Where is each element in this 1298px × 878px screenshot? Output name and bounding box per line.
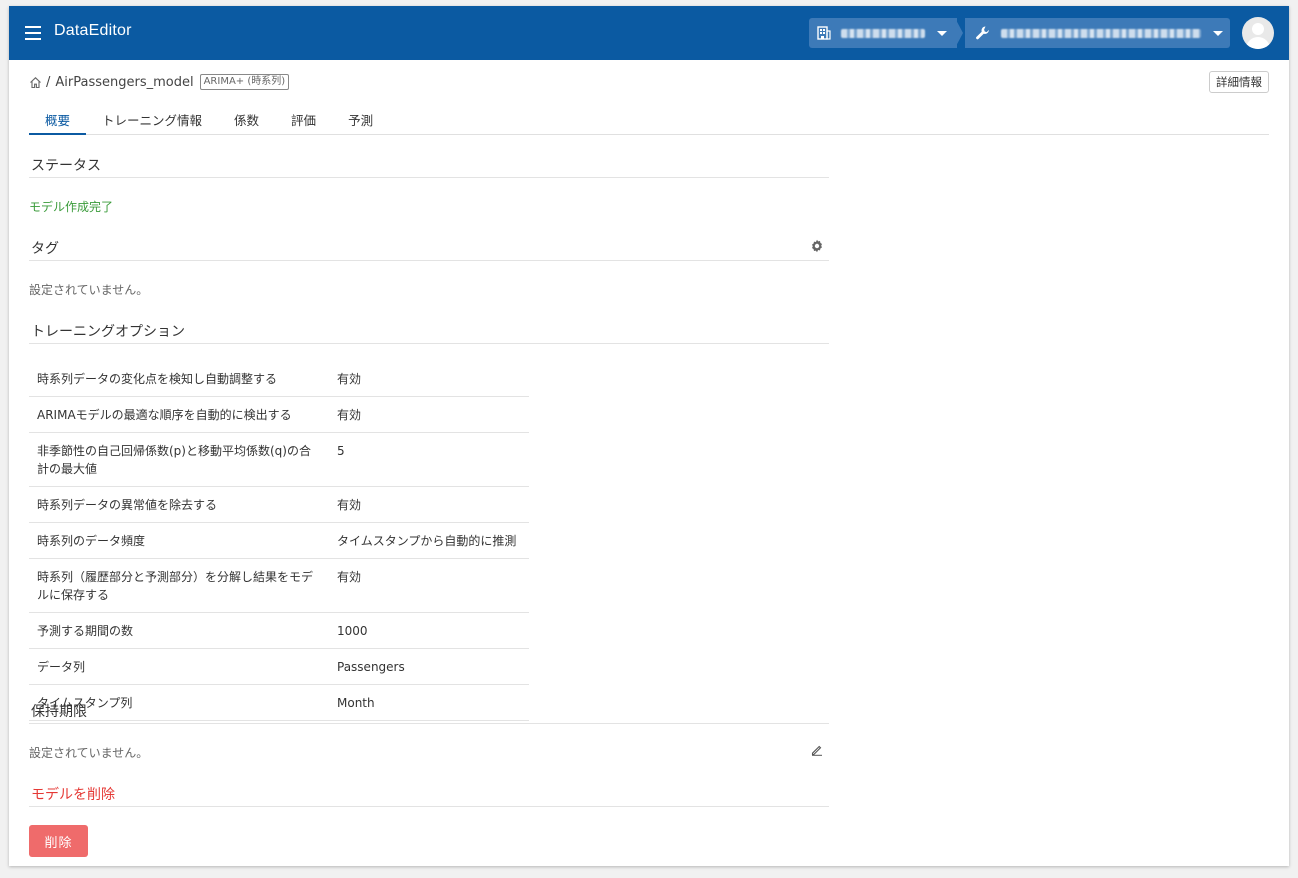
tab-forecast[interactable]: 予測 xyxy=(332,110,389,135)
option-key: 時系列データの異常値を除去する xyxy=(29,486,329,523)
app-title: DataEditor xyxy=(54,22,132,39)
gear-icon[interactable] xyxy=(810,239,824,253)
retention-heading: 保持期限 xyxy=(31,704,87,720)
chevron-down-icon xyxy=(1213,31,1223,36)
table-row: ARIMAモデルの最適な順序を自動的に検出する 有効 xyxy=(29,396,529,433)
delete-model-heading: モデルを削除 xyxy=(31,787,115,803)
divider xyxy=(29,343,829,344)
tab-evaluation[interactable]: 評価 xyxy=(275,110,332,135)
delete-button[interactable]: 削除 xyxy=(29,825,88,857)
status-heading: ステータス xyxy=(31,158,101,174)
tags-heading: タグ xyxy=(31,241,59,257)
option-value: 有効 xyxy=(329,396,529,433)
organization-selector[interactable] xyxy=(809,18,957,48)
option-value: Passengers xyxy=(329,648,529,685)
option-value: 有効 xyxy=(329,361,529,397)
option-value: 有効 xyxy=(329,558,529,613)
training-options-heading: トレーニングオプション xyxy=(31,324,185,340)
divider xyxy=(29,806,829,807)
chevron-down-icon xyxy=(937,31,947,36)
tab-training-info[interactable]: トレーニング情報 xyxy=(86,110,218,135)
divider xyxy=(29,260,829,261)
tab-bar: 概要 トレーニング情報 係数 評価 予測 xyxy=(29,110,1269,135)
option-key: 予測する期間の数 xyxy=(29,612,329,649)
tab-coefficients[interactable]: 係数 xyxy=(218,110,275,135)
option-value: タイムスタンプから自動的に推測 xyxy=(329,522,529,559)
status-value: モデル作成完了 xyxy=(29,200,114,214)
option-value: 有効 xyxy=(329,486,529,523)
option-key: 時系列データの変化点を検知し自動調整する xyxy=(29,361,329,397)
app-bar: DataEditor xyxy=(9,6,1289,60)
breadcrumb-arrow xyxy=(955,18,963,48)
user-avatar[interactable] xyxy=(1242,17,1274,49)
wrench-icon xyxy=(976,26,989,40)
project-selector[interactable] xyxy=(965,18,1230,48)
table-row: 時系列データの変化点を検知し自動調整する 有効 xyxy=(29,361,529,397)
option-key: 時系列（履歴部分と予測部分）を分解し結果をモデルに保存する xyxy=(29,558,329,613)
table-row: 時系列データの異常値を除去する 有効 xyxy=(29,486,529,523)
table-row: 時系列のデータ頻度 タイムスタンプから自動的に推測 xyxy=(29,522,529,559)
table-row: タイムスタンプ列 Month xyxy=(29,684,529,721)
retention-empty-text: 設定されていません。 xyxy=(29,746,149,760)
option-key: ARIMAモデルの最適な順序を自動的に検出する xyxy=(29,396,329,433)
building-icon xyxy=(817,26,831,40)
option-key: 時系列のデータ頻度 xyxy=(29,522,329,559)
model-name: AirPassengers_model xyxy=(55,74,194,90)
project-name-redacted xyxy=(1001,28,1201,38)
table-row: 非季節性の自己回帰係数(p)と移動平均係数(q)の合計の最大値 5 xyxy=(29,432,529,487)
table-row: 時系列（履歴部分と予測部分）を分解し結果をモデルに保存する 有効 xyxy=(29,558,529,613)
home-icon[interactable] xyxy=(29,76,42,89)
breadcrumb-separator: / xyxy=(46,74,51,90)
organization-name-redacted xyxy=(841,28,925,38)
breadcrumb: / AirPassengers_model ARIMA+ (時系列) xyxy=(29,74,290,90)
table-row: 予測する期間の数 1000 xyxy=(29,612,529,649)
option-value: Month xyxy=(329,684,529,721)
model-type-badge: ARIMA+ (時系列) xyxy=(199,74,290,90)
option-value: 1000 xyxy=(329,612,529,649)
tab-overview[interactable]: 概要 xyxy=(29,110,87,135)
option-key: データ列 xyxy=(29,648,329,685)
divider xyxy=(29,177,829,178)
tags-empty-text: 設定されていません。 xyxy=(29,283,149,297)
details-button[interactable]: 詳細情報 xyxy=(1209,71,1269,93)
hamburger-menu-icon[interactable] xyxy=(25,26,41,40)
option-key: 非季節性の自己回帰係数(p)と移動平均係数(q)の合計の最大値 xyxy=(29,432,329,487)
pencil-icon[interactable] xyxy=(811,744,823,756)
training-options-table: 時系列データの変化点を検知し自動調整する 有効 ARIMAモデルの最適な順序を自動… xyxy=(29,361,529,721)
app-window: DataEditor / AirPassengers_model ARIMA+ … xyxy=(9,6,1289,866)
divider xyxy=(29,723,829,724)
table-row: データ列 Passengers xyxy=(29,648,529,685)
option-value: 5 xyxy=(329,432,529,487)
